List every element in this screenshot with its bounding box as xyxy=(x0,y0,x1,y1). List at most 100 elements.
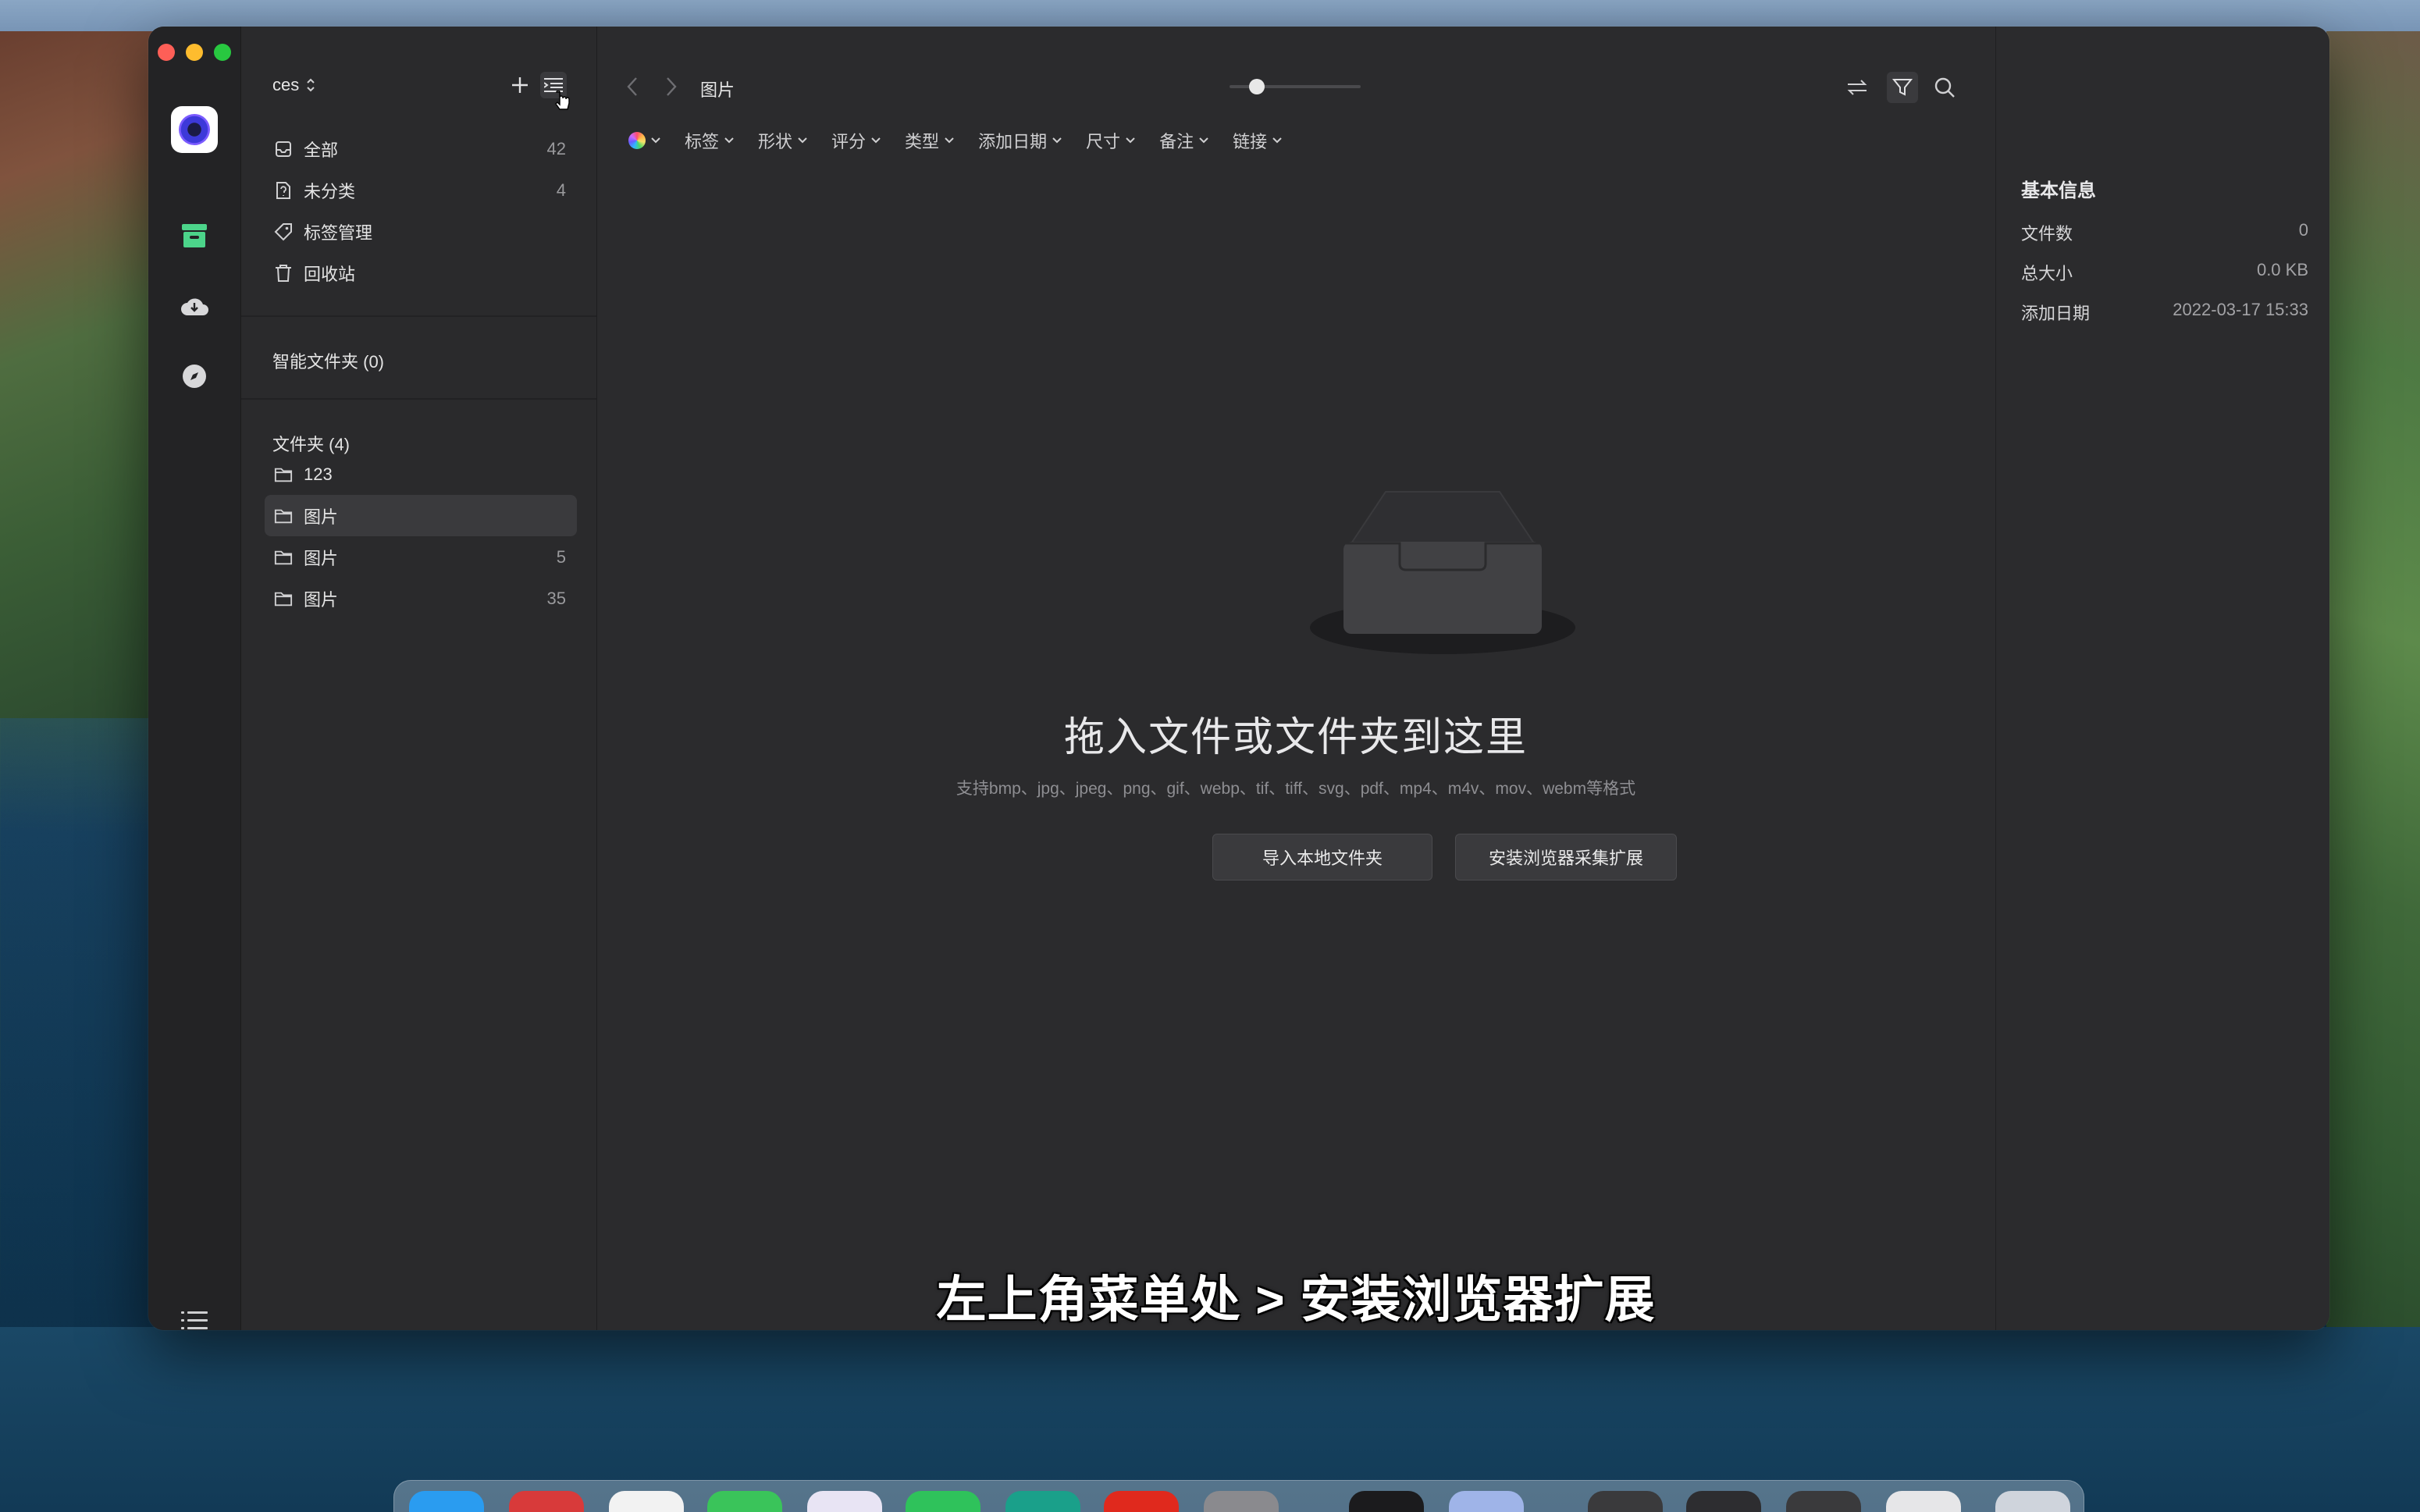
inspector-row-file-count: 文件数 0 xyxy=(2021,220,2308,245)
close-window-button[interactable] xyxy=(158,44,175,61)
folder-item[interactable]: 123 xyxy=(265,454,577,495)
menu-rail-button[interactable] xyxy=(171,1297,218,1330)
filter-color[interactable] xyxy=(628,132,661,149)
sidebar: ces 全部 42 未分类 4 标签管理 回收站 智能文件夹 (0) 文件夹 (… xyxy=(241,27,597,1330)
filter-type[interactable]: 类型 xyxy=(905,128,955,153)
nav-item-tags[interactable]: 标签管理 xyxy=(265,211,577,252)
dock-app-icon[interactable] xyxy=(609,1491,684,1512)
file-question-icon xyxy=(276,181,290,199)
compass-icon xyxy=(183,365,206,388)
chevron-down-icon xyxy=(945,137,954,144)
wallpaper-hills-left xyxy=(0,31,156,718)
folder-item[interactable]: 图片 35 xyxy=(265,578,577,619)
nav-item-label: 回收站 xyxy=(304,264,356,284)
breadcrumb: 图片 xyxy=(700,80,735,100)
dock-app-icon[interactable] xyxy=(1104,1491,1179,1512)
import-folder-button[interactable]: 导入本地文件夹 xyxy=(1212,834,1432,881)
dock-app-icon[interactable] xyxy=(1204,1491,1279,1512)
window-controls xyxy=(158,44,231,61)
chevron-down-icon xyxy=(1126,137,1135,144)
dock-app-icon[interactable] xyxy=(1449,1491,1524,1512)
folder-count: 35 xyxy=(546,588,566,608)
smart-folders-header[interactable]: 智能文件夹 (0) xyxy=(272,348,384,373)
dock-app-icon[interactable] xyxy=(509,1491,584,1512)
filter-link[interactable]: 链接 xyxy=(1233,128,1283,153)
filter-shape[interactable]: 形状 xyxy=(758,128,808,153)
app-window: ces 全部 42 未分类 4 标签管理 回收站 智能文件夹 (0) 文件夹 (… xyxy=(148,27,2329,1330)
nav-item-label: 标签管理 xyxy=(304,222,373,243)
filter-notes[interactable]: 备注 xyxy=(1159,128,1209,153)
back-arrow-icon[interactable] xyxy=(625,75,641,98)
library-switcher[interactable]: ces xyxy=(272,75,316,95)
folder-icon xyxy=(274,550,293,564)
dock-app-icon[interactable] xyxy=(1686,1491,1761,1512)
inspector-row-date-added: 添加日期 2022-03-17 15:33 xyxy=(2021,300,2308,325)
dock-app-icon[interactable] xyxy=(1786,1491,1861,1512)
folder-item[interactable]: 图片 5 xyxy=(265,536,577,578)
folder-icon xyxy=(274,592,293,606)
nav-item-uncategorized[interactable]: 未分类 4 xyxy=(265,169,577,211)
tag-icon xyxy=(274,222,292,240)
inspector-panel: 基本信息 文件数 0 总大小 0.0 KB 添加日期 2022-03-17 15… xyxy=(1995,27,2329,1330)
archive-icon xyxy=(182,224,207,247)
install-extension-button[interactable]: 安装浏览器采集扩展 xyxy=(1455,834,1677,881)
explore-rail-button[interactable] xyxy=(171,353,218,400)
app-logo-button[interactable] xyxy=(171,106,218,153)
dock-app-icon[interactable] xyxy=(807,1491,882,1512)
dock-trash-icon[interactable] xyxy=(1995,1491,2070,1512)
inspector-title: 基本信息 xyxy=(2021,180,2096,201)
search-icon xyxy=(1934,77,1955,98)
mouse-pointer-icon xyxy=(555,91,570,110)
add-button[interactable] xyxy=(507,72,533,98)
dock-app-icon[interactable] xyxy=(1349,1491,1424,1512)
chevron-down-icon xyxy=(1052,137,1062,144)
search-button[interactable] xyxy=(1929,72,1960,103)
empty-state-title: 拖入文件或文件夹到这里 xyxy=(1063,715,1528,760)
filter-button[interactable] xyxy=(1887,72,1918,103)
inspector-key: 总大小 xyxy=(2021,264,2073,283)
empty-state-subtitle: 支持bmp、jpg、jpeg、png、gif、webp、tif、tiff、svg… xyxy=(956,780,1636,798)
inspector-value: 0.0 KB xyxy=(2256,260,2308,279)
library-rail-button[interactable] xyxy=(171,212,218,259)
nav-item-all[interactable]: 全部 42 xyxy=(265,128,577,169)
forward-arrow-icon[interactable] xyxy=(663,75,678,98)
nav-item-count: 4 xyxy=(556,180,566,200)
nav-item-trash[interactable]: 回收站 xyxy=(265,252,577,294)
dock-app-icon[interactable] xyxy=(409,1491,484,1512)
filter-tags[interactable]: 标签 xyxy=(685,128,735,153)
filter-size[interactable]: 尺寸 xyxy=(1086,128,1136,153)
chevron-down-icon xyxy=(1199,137,1208,144)
chevron-down-icon xyxy=(724,137,734,144)
filter-label: 标签 xyxy=(685,132,720,151)
color-wheel-icon xyxy=(628,132,646,149)
dock-app-icon[interactable] xyxy=(707,1491,782,1512)
thumbnail-size-slider[interactable] xyxy=(1230,79,1361,94)
folder-label: 123 xyxy=(304,464,333,484)
nav-item-label: 未分类 xyxy=(304,181,356,201)
sidebar-divider xyxy=(241,398,596,400)
folders-header[interactable]: 文件夹 (4) xyxy=(272,431,350,456)
slider-knob[interactable] xyxy=(1249,79,1265,94)
folder-count: 5 xyxy=(556,546,566,567)
minimize-window-button[interactable] xyxy=(186,44,203,61)
dock-app-icon[interactable] xyxy=(1005,1491,1080,1512)
folder-item-selected[interactable]: 图片 xyxy=(265,495,577,536)
dock-app-icon[interactable] xyxy=(1886,1491,1961,1512)
video-caption: 左上角菜单处 > 安装浏览器扩展 xyxy=(936,1272,1656,1328)
funnel-icon xyxy=(1892,79,1913,96)
folder-icon xyxy=(274,468,293,482)
filter-label: 链接 xyxy=(1233,132,1268,151)
nav-item-label: 全部 xyxy=(304,140,339,160)
inbox-icon xyxy=(276,141,291,157)
filter-label: 形状 xyxy=(758,132,793,151)
filter-rating[interactable]: 评分 xyxy=(831,128,881,153)
cloud-icon xyxy=(181,298,208,315)
filter-date-added[interactable]: 添加日期 xyxy=(978,128,1062,153)
zoom-window-button[interactable] xyxy=(214,44,231,61)
sort-button[interactable] xyxy=(1842,72,1873,103)
library-name: ces xyxy=(272,75,300,94)
cloud-rail-button[interactable] xyxy=(171,283,218,329)
dock-app-icon[interactable] xyxy=(906,1491,980,1512)
dock-app-icon[interactable] xyxy=(1588,1491,1663,1512)
main-content: 图片 标签 形状 评分 类型 添加日期 尺寸 备注 链接 拖入文件或文件夹到这里… xyxy=(597,27,2115,1330)
